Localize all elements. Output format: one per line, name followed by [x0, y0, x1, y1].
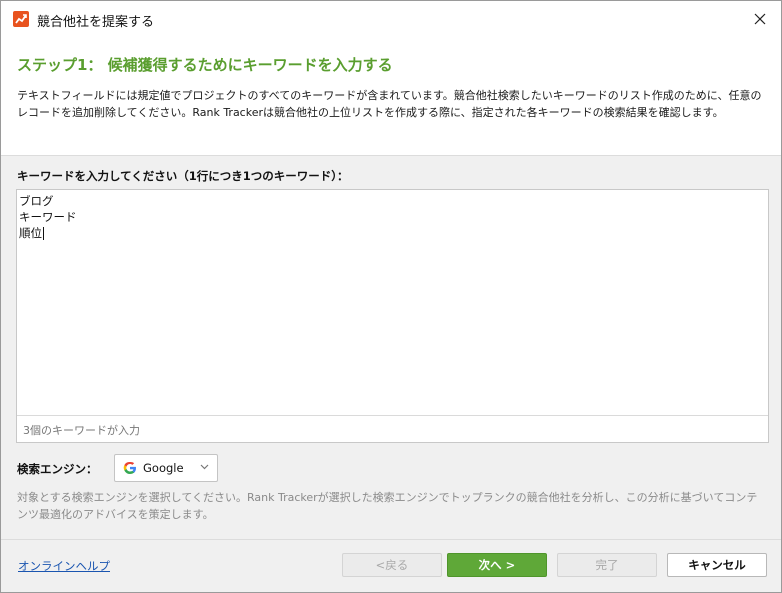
finish-button[interactable]: 完了 — [557, 553, 657, 577]
keywords-textarea[interactable]: ブログ キーワード 順位 — [17, 190, 768, 416]
google-icon — [123, 461, 136, 474]
keyword-line: ブログ — [19, 194, 54, 208]
search-engine-label: 検索エンジン： — [17, 462, 98, 476]
dialog-window: 競合他社を提案する ステップ1： 候補獲得するためにキーワードを入力する テキス… — [0, 0, 782, 593]
keywords-box: ブログ キーワード 順位 3個のキーワードが入力 — [16, 189, 769, 443]
online-help-link[interactable]: オンラインヘルプ — [18, 558, 110, 574]
text-caret — [43, 227, 44, 240]
keyword-line: 順位 — [19, 225, 766, 241]
chevron-down-icon — [200, 464, 209, 470]
keywords-label: キーワードを入力してください（1行につき1つのキーワード）： — [17, 169, 349, 183]
back-button[interactable]: <戻る — [342, 553, 442, 577]
title-bar: 競合他社を提案する — [1, 1, 781, 37]
close-icon[interactable] — [745, 5, 775, 33]
window-title: 競合他社を提案する — [37, 15, 155, 30]
search-engine-value: Google — [143, 461, 184, 475]
keyword-count: 3個のキーワードが入力 — [23, 424, 140, 437]
next-button[interactable]: 次へ > — [447, 553, 547, 577]
keyword-line: キーワード — [19, 210, 77, 224]
keyword-line-text: 順位 — [19, 226, 42, 240]
step-header: ステップ1： 候補獲得するためにキーワードを入力する テキストフィールドには規定… — [1, 37, 781, 156]
search-engine-description: 対象とする検索エンジンを選択してください。Rank Trackerが選択した検索… — [17, 491, 758, 521]
cancel-button[interactable]: キャンセル — [667, 553, 767, 577]
step-title: ステップ1： 候補獲得するためにキーワードを入力する — [17, 56, 393, 74]
step-description: テキストフィールドには規定値でプロジェクトのすべてのキーワードが含まれています。… — [17, 89, 762, 119]
rank-tracker-app-icon — [13, 11, 29, 27]
footer-divider — [1, 539, 781, 540]
search-engine-select[interactable]: Google — [114, 454, 218, 482]
